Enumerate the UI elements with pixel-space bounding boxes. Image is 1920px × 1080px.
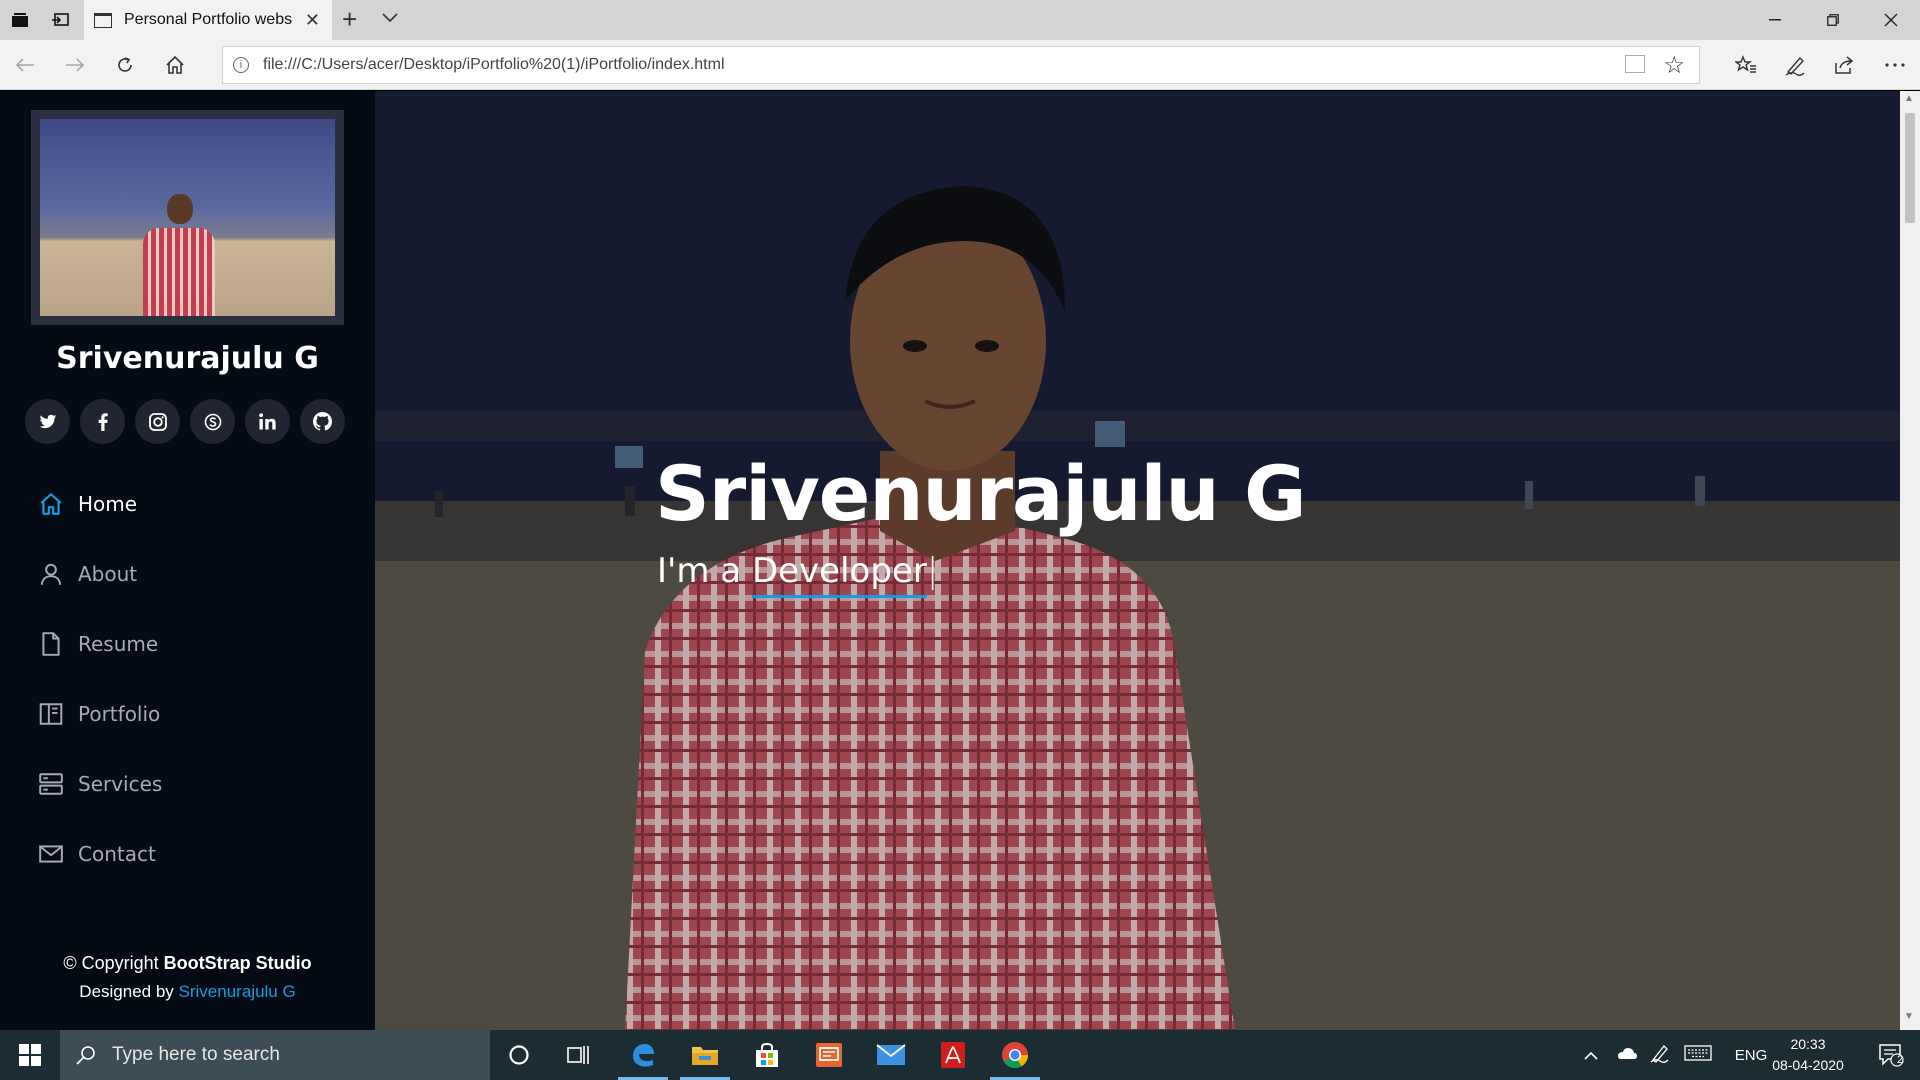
clock[interactable]: 20:33 08-04-2020 bbox=[1768, 1034, 1848, 1076]
windows-taskbar: Type here to search ENG 20:33 08-04-2020… bbox=[0, 1030, 1920, 1080]
file-icon bbox=[38, 631, 64, 657]
nav-label-resume: Resume bbox=[78, 632, 159, 656]
scroll-up-arrow-icon[interactable]: ▲ bbox=[1904, 93, 1914, 104]
server-icon bbox=[38, 771, 64, 797]
nav-item-services[interactable]: Services bbox=[38, 749, 358, 819]
sidebar: Srivenurajulu G Home About Resume Portfo… bbox=[0, 91, 375, 1030]
brand-name: BootStrap Studio bbox=[163, 953, 312, 973]
copyright-line: © Copyright BootStrap Studio bbox=[63, 953, 312, 973]
nav-label-about: About bbox=[78, 562, 138, 586]
pen-icon[interactable] bbox=[1780, 50, 1810, 80]
favorites-icon[interactable] bbox=[1731, 50, 1761, 80]
nav-item-portfolio[interactable]: Portfolio bbox=[38, 679, 358, 749]
chevron-up-icon[interactable] bbox=[1584, 1047, 1608, 1064]
cortana-icon[interactable] bbox=[490, 1030, 548, 1080]
webpage: Srivenurajulu G Home About Resume Portfo… bbox=[0, 91, 1920, 1030]
minimize-button[interactable] bbox=[1752, 6, 1798, 34]
hero-subtitle: I'm a Developer| bbox=[657, 551, 939, 598]
scroll-thumb[interactable] bbox=[1905, 113, 1915, 223]
nav-label-contact: Contact bbox=[78, 842, 156, 866]
sidebar-nav: Home About Resume Portfolio Services Con… bbox=[38, 469, 358, 889]
system-tray: ENG bbox=[1584, 1030, 1774, 1080]
vertical-scrollbar[interactable]: ▲ ▼ bbox=[1900, 91, 1920, 1030]
chevron-down-icon[interactable] bbox=[382, 10, 398, 28]
sidebar-name[interactable]: Srivenurajulu G bbox=[0, 341, 375, 376]
skype-icon[interactable] bbox=[190, 399, 235, 444]
new-tab-button[interactable]: + bbox=[342, 4, 357, 35]
pen-workspace-icon[interactable] bbox=[1650, 1043, 1684, 1067]
reading-view-icon[interactable] bbox=[1625, 55, 1645, 73]
scroll-down-arrow-icon[interactable]: ▼ bbox=[1904, 1011, 1914, 1022]
refresh-button[interactable] bbox=[110, 50, 140, 80]
keyboard-icon[interactable] bbox=[1684, 1045, 1728, 1065]
windows-start-button[interactable] bbox=[0, 1030, 60, 1080]
back-button[interactable] bbox=[10, 50, 40, 80]
typed-role: Developer bbox=[751, 551, 927, 598]
author-link[interactable]: Srivenurajulu G bbox=[179, 982, 296, 1001]
facebook-icon[interactable] bbox=[80, 399, 125, 444]
designed-by-line: Designed by Srivenurajulu G bbox=[79, 982, 296, 1001]
home-button[interactable] bbox=[160, 50, 190, 80]
taskbar-search-input[interactable]: Type here to search bbox=[60, 1030, 490, 1080]
nav-item-contact[interactable]: Contact bbox=[38, 819, 358, 889]
tab-set-aside-icon[interactable] bbox=[6, 8, 34, 32]
tab-title: Personal Portfolio webs bbox=[124, 11, 293, 28]
share-icon[interactable] bbox=[1829, 50, 1859, 80]
nav-item-resume[interactable]: Resume bbox=[38, 609, 358, 679]
mail-icon[interactable] bbox=[862, 1030, 920, 1080]
nav-item-about[interactable]: About bbox=[38, 539, 358, 609]
home-icon bbox=[38, 491, 64, 517]
address-bar: i file:///C:/Users/acer/Desktop/iPortfol… bbox=[0, 40, 1920, 90]
notification-count: 2 bbox=[1897, 1054, 1904, 1066]
store-icon[interactable] bbox=[738, 1030, 796, 1080]
profile-person bbox=[143, 194, 215, 316]
task-view-icon[interactable] bbox=[550, 1030, 608, 1080]
sidebar-footer: © Copyright BootStrap Studio Designed by… bbox=[0, 953, 375, 1002]
search-icon bbox=[76, 1046, 95, 1065]
url-field[interactable]: i file:///C:/Users/acer/Desktop/iPortfol… bbox=[222, 46, 1700, 84]
profile-image-frame bbox=[31, 110, 344, 325]
close-tab-icon[interactable]: ✕ bbox=[305, 10, 320, 31]
tab-preview-icon[interactable] bbox=[46, 8, 74, 32]
more-menu-icon[interactable] bbox=[1880, 50, 1910, 80]
linkedin-icon[interactable] bbox=[245, 399, 290, 444]
acrobat-reader-icon[interactable] bbox=[924, 1030, 982, 1080]
nav-label-home: Home bbox=[78, 492, 138, 516]
favorite-star-icon[interactable]: ☆ bbox=[1663, 51, 1685, 80]
forward-button[interactable] bbox=[60, 50, 90, 80]
github-icon[interactable] bbox=[300, 399, 345, 444]
instagram-icon[interactable] bbox=[135, 399, 180, 444]
search-placeholder: Type here to search bbox=[112, 1044, 280, 1065]
clock-time: 20:33 bbox=[1790, 1036, 1826, 1052]
twitter-icon[interactable] bbox=[25, 399, 70, 444]
hero-title: Srivenurajulu G bbox=[655, 449, 1306, 538]
nav-item-home[interactable]: Home bbox=[38, 469, 358, 539]
chrome-icon[interactable] bbox=[986, 1030, 1044, 1080]
profile-photo bbox=[40, 119, 335, 316]
presentation-app-icon[interactable] bbox=[800, 1030, 858, 1080]
envelope-icon bbox=[38, 841, 64, 867]
clock-date: 08-04-2020 bbox=[1772, 1057, 1844, 1073]
notification-center-icon[interactable]: 2 bbox=[1862, 1030, 1920, 1080]
browser-tab-bar: Personal Portfolio webs ✕ + bbox=[0, 0, 1920, 40]
person-icon bbox=[38, 561, 64, 587]
restore-button[interactable] bbox=[1810, 6, 1856, 34]
nav-label-portfolio: Portfolio bbox=[78, 702, 161, 726]
page-icon bbox=[94, 12, 112, 28]
tab-portfolio[interactable]: Personal Portfolio webs ✕ bbox=[84, 0, 332, 40]
typing-cursor: | bbox=[926, 551, 939, 591]
hero-overlay bbox=[375, 91, 1900, 1030]
hero-section: Srivenurajulu G I'm a Developer| bbox=[375, 91, 1900, 1030]
file-explorer-icon[interactable] bbox=[676, 1030, 734, 1080]
edge-browser-icon[interactable] bbox=[614, 1030, 672, 1080]
book-icon bbox=[38, 701, 64, 727]
nav-label-services: Services bbox=[78, 772, 163, 796]
close-window-button[interactable] bbox=[1868, 6, 1914, 34]
onedrive-cloud-icon[interactable] bbox=[1616, 1046, 1650, 1064]
info-icon[interactable]: i bbox=[233, 57, 249, 73]
url-text: file:///C:/Users/acer/Desktop/iPortfolio… bbox=[263, 56, 725, 73]
social-links bbox=[25, 399, 355, 444]
